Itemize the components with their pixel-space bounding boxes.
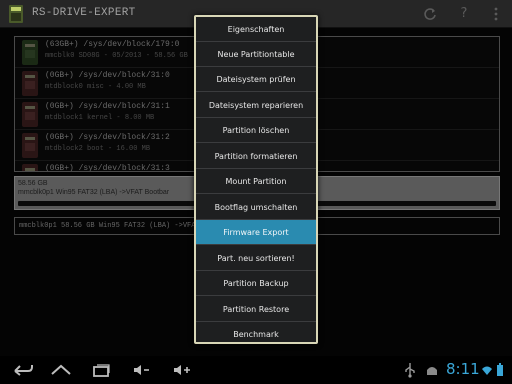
back-icon[interactable] bbox=[12, 362, 34, 378]
menu-item-dateisystem-reparieren[interactable]: Dateisystem reparieren bbox=[196, 93, 316, 118]
usb-icon bbox=[405, 363, 415, 378]
device-name: (0GB+) /sys/dev/block/31:2 bbox=[45, 133, 170, 142]
device-detail: mtdblock2 boot - 16.00 MB bbox=[45, 145, 151, 153]
mtd-icon bbox=[22, 133, 38, 158]
device-detail: mmcblk0 SD08G - 05/2013 - 58.56 GB bbox=[45, 52, 188, 60]
home-icon[interactable] bbox=[50, 362, 72, 378]
menu-item-partition-formatieren[interactable]: Partition formatieren bbox=[196, 144, 316, 169]
device-name: (0GB+) /sys/dev/block/31:1 bbox=[45, 102, 170, 111]
menu-item-part-neu-sortieren[interactable]: Part. neu sortieren! bbox=[196, 246, 316, 271]
menu-item-dateisystem-pruefen[interactable]: Dateisystem prüfen bbox=[196, 67, 316, 92]
menu-item-eigenschaften[interactable]: Eigenschaften bbox=[196, 17, 316, 42]
android-debug-icon bbox=[427, 367, 437, 375]
wifi-icon bbox=[482, 366, 492, 375]
device-detail: mtdblock1 kernel - 8.00 MB bbox=[45, 114, 155, 122]
menu-item-benchmark[interactable]: Benchmark bbox=[196, 322, 316, 342]
menu-item-bootflag-umschalten[interactable]: Bootflag umschalten bbox=[196, 195, 316, 220]
clock: 8:11 bbox=[446, 360, 480, 378]
menu-item-partition-restore[interactable]: Partition Restore bbox=[196, 297, 316, 322]
overflow-icon bbox=[494, 7, 498, 21]
device-detail: mtdblock0 misc - 4.00 MB bbox=[45, 83, 146, 91]
app-title: RS-DRIVE-EXPERT bbox=[32, 7, 136, 19]
refresh-button[interactable] bbox=[420, 4, 440, 24]
mtd-icon bbox=[22, 164, 38, 171]
refresh-icon bbox=[424, 8, 436, 20]
partition-size: 58.56 GB bbox=[18, 180, 48, 187]
volume-down-icon[interactable] bbox=[132, 362, 152, 378]
menu-item-neue-partitiontable[interactable]: Neue Partitiontable bbox=[196, 42, 316, 67]
partition-context-menu: Eigenschaften Neue Partitiontable Dateis… bbox=[194, 15, 318, 344]
help-button[interactable]: ? bbox=[454, 4, 474, 24]
device-name: (63GB+) /sys/dev/block/179:0 bbox=[45, 40, 180, 49]
menu-item-mount-partition[interactable]: Mount Partition bbox=[196, 169, 316, 194]
battery-icon bbox=[497, 363, 503, 376]
mtd-icon bbox=[22, 102, 38, 127]
volume-up-icon[interactable] bbox=[172, 362, 192, 378]
menu-item-partition-backup[interactable]: Partition Backup bbox=[196, 271, 316, 296]
recent-apps-icon[interactable] bbox=[92, 362, 110, 378]
sd-card-icon bbox=[22, 40, 38, 65]
partition-description: mmcblk0p1 Win95 FAT32 (LBA) ->VFAT Bootb… bbox=[18, 189, 170, 196]
menu-item-firmware-export[interactable]: Firmware Export bbox=[196, 220, 316, 245]
system-bar: 8:11 bbox=[0, 356, 512, 384]
device-name: (0GB+) /sys/dev/block/31:0 bbox=[45, 71, 170, 80]
device-name: (0GB+) /sys/dev/block/31:3 bbox=[45, 164, 170, 172]
app-icon bbox=[9, 5, 23, 23]
overflow-menu-button[interactable] bbox=[486, 4, 506, 24]
menu-item-partition-loeschen[interactable]: Partition löschen bbox=[196, 118, 316, 143]
mtd-icon bbox=[22, 71, 38, 96]
